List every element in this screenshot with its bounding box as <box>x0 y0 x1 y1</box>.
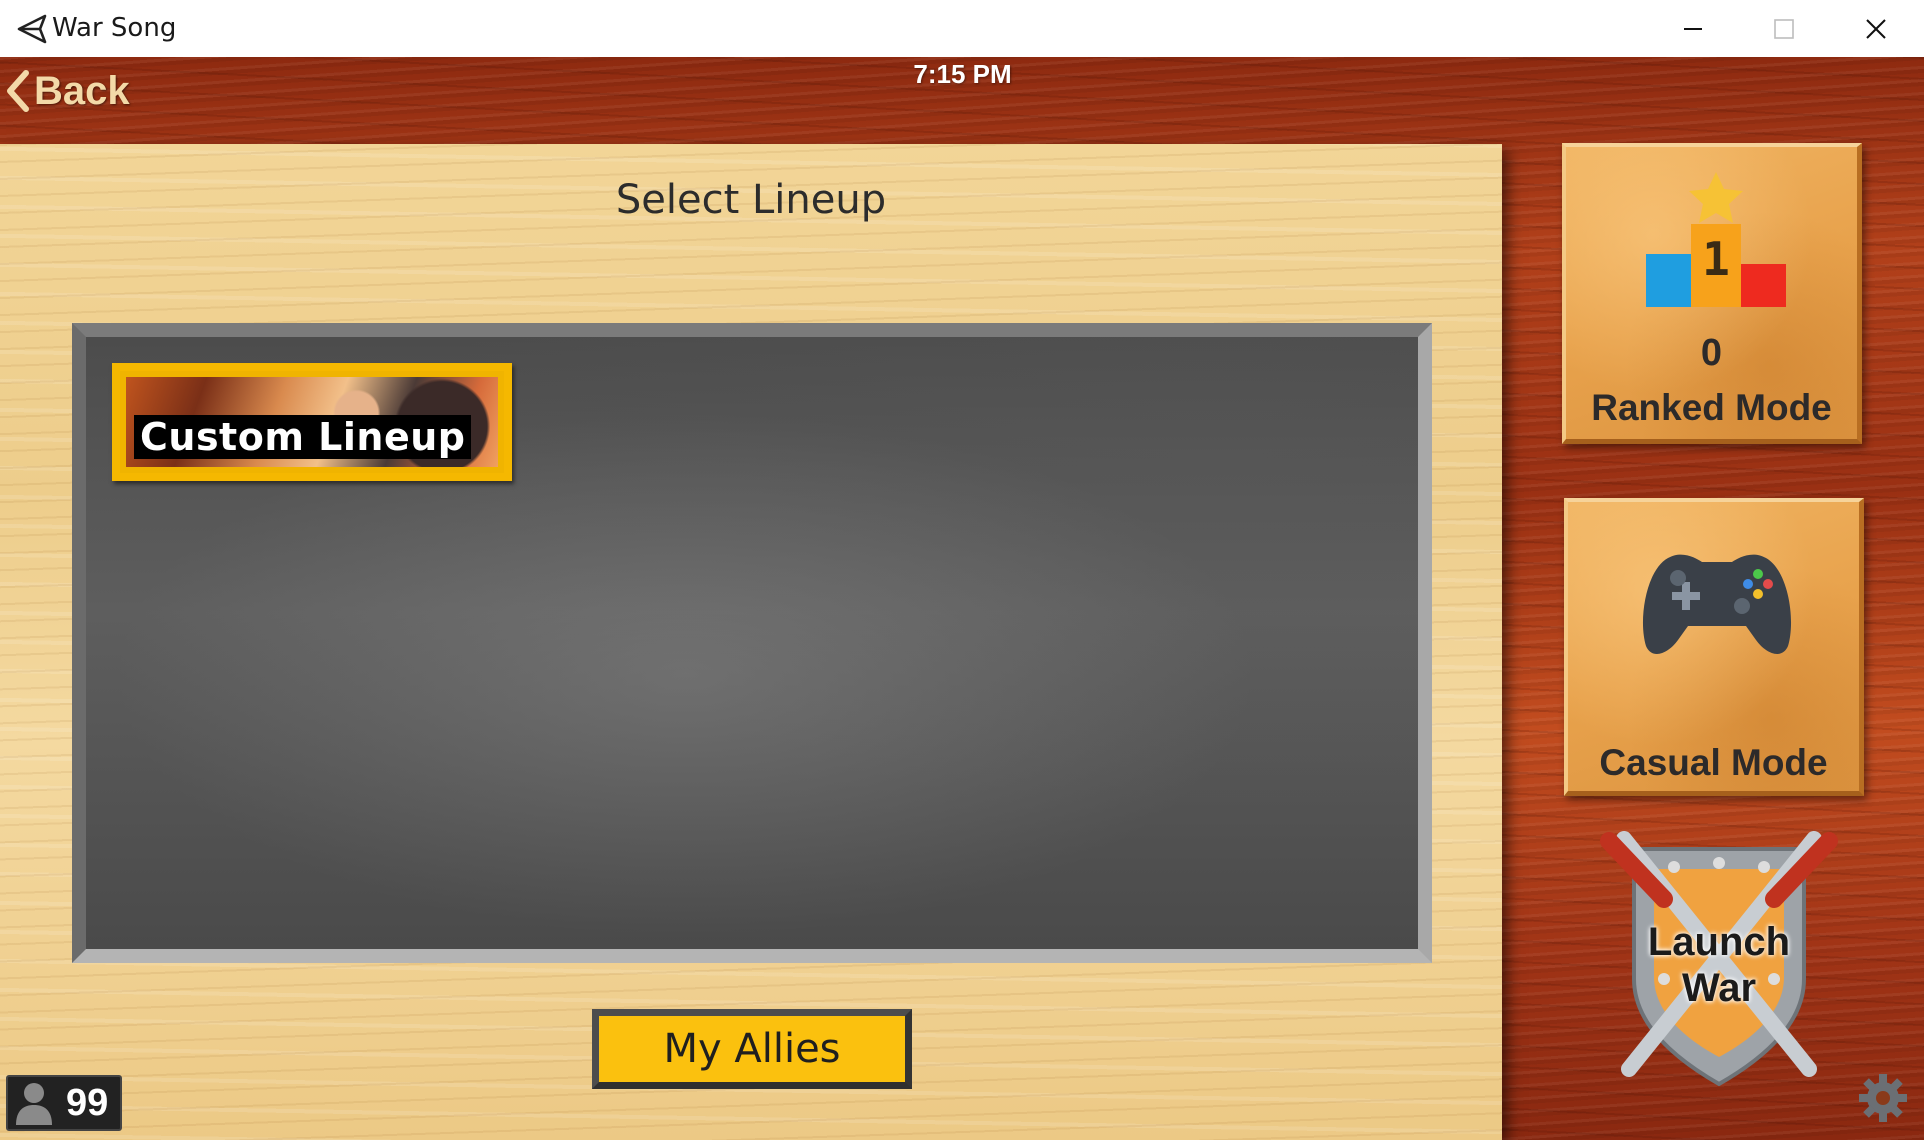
ranked-count: 0 <box>1700 332 1723 374</box>
close-button[interactable] <box>1830 0 1922 57</box>
back-button[interactable]: Back <box>4 62 154 120</box>
launch-war-line2: War <box>1681 966 1757 1010</box>
chevron-left-icon <box>7 70 29 112</box>
maximize-icon <box>1774 19 1794 39</box>
launch-war-line1: Launch <box>1647 920 1791 964</box>
my-allies-label: My Allies <box>663 1026 841 1072</box>
window-title-bar: War Song <box>0 0 1924 58</box>
my-allies-button[interactable]: My Allies <box>592 1009 912 1089</box>
person-icon <box>16 1083 52 1125</box>
ranked-mode-label: Ranked Mode <box>1591 387 1832 428</box>
ranked-mode-button[interactable]: 1 0 Ranked Mode <box>1562 143 1862 444</box>
player-count: 99 <box>66 1081 109 1124</box>
page-title: Select Lineup <box>615 177 887 223</box>
casual-mode-button[interactable]: Casual Mode <box>1564 498 1864 796</box>
lineup-label: Custom Lineup <box>134 415 472 459</box>
player-count-badge: 99 <box>6 1075 122 1131</box>
maximize-button[interactable] <box>1738 0 1830 57</box>
back-label: Back <box>34 68 130 113</box>
podium-number: 1 <box>1702 232 1730 286</box>
minimize-button[interactable] <box>1646 0 1738 57</box>
unity-logo-icon <box>17 14 47 44</box>
minimize-icon <box>1684 28 1702 30</box>
gear-icon[interactable] <box>1858 1073 1908 1123</box>
gamepad-icon <box>1642 554 1792 654</box>
casual-mode-label: Casual Mode <box>1599 742 1828 783</box>
close-icon <box>1866 19 1886 39</box>
game-area: Back 7:15 PM Select Lineup Custom Lineup… <box>0 57 1924 1140</box>
lineup-card-custom[interactable]: Custom Lineup <box>112 363 512 481</box>
clock: 7:15 PM <box>913 59 1012 89</box>
window-title: War Song <box>52 13 177 43</box>
podium-star-icon: 1 <box>1646 172 1786 307</box>
launch-war-button[interactable]: Launch War <box>1594 829 1844 1089</box>
launch-war-label: Launch War <box>1594 919 1844 1011</box>
